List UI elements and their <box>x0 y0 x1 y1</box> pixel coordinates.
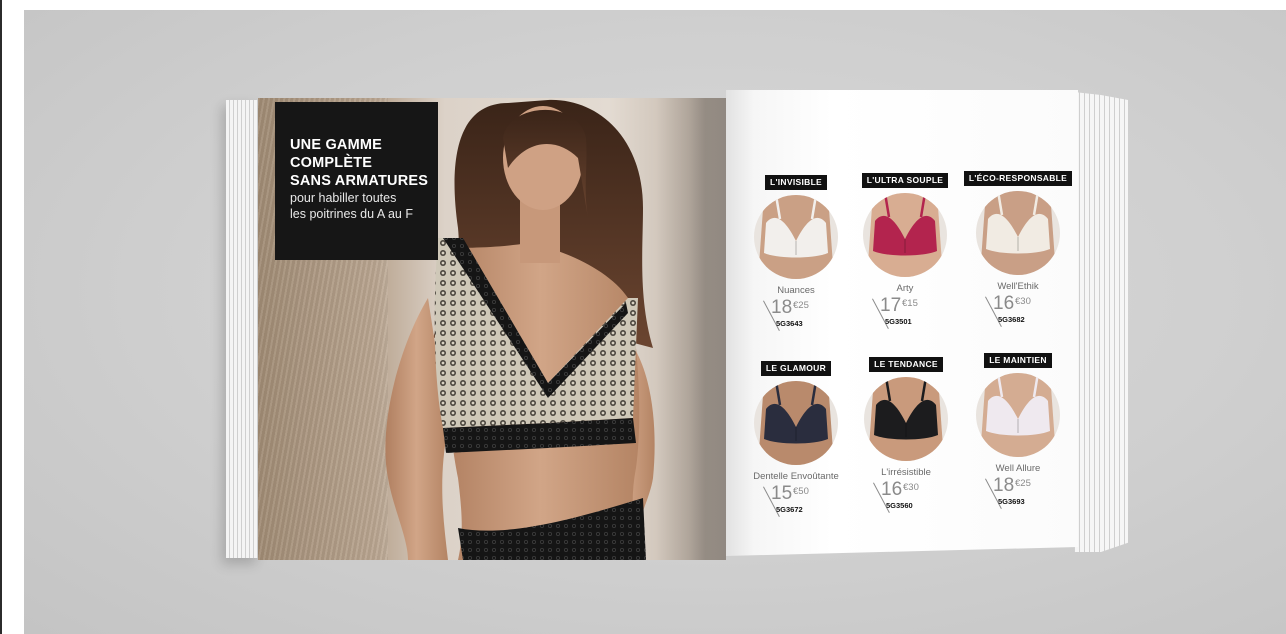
price-cents: €30 <box>903 482 919 493</box>
product-tag: LE GLAMOUR <box>760 361 832 376</box>
price-euros: 18 <box>993 475 1015 496</box>
price-euros: 17 <box>880 295 902 316</box>
product-tag: LE MAINTIEN <box>984 353 1052 368</box>
price-euros: 16 <box>993 293 1015 314</box>
product-tag: L'INVISIBLE <box>764 175 828 190</box>
product-card[interactable]: LE MAINTIEN Well Allure 18 €25 5G3693 <box>958 350 1078 513</box>
product-photo-illustration <box>754 195 838 279</box>
product-name: Arty <box>896 283 914 294</box>
promo-title-line: COMPLÈTE <box>290 155 373 171</box>
book-pages-edge-left <box>226 100 260 558</box>
product-card[interactable]: LE GLAMOUR Dentelle Envoûtante 15 €50 5G… <box>736 358 856 521</box>
left-page: UNE GAMME COMPLÈTE SANS ARMATURES pour h… <box>258 98 726 560</box>
promo-box: UNE GAMME COMPLÈTE SANS ARMATURES pour h… <box>275 102 438 260</box>
product-price: 16 €30 5G3682 <box>963 293 1073 331</box>
book-gutter-shadow <box>656 98 726 560</box>
product-photo <box>976 191 1060 275</box>
product-tag: LE TENDANCE <box>869 357 943 372</box>
product-photo-illustration <box>863 193 947 277</box>
product-name: L'irrésistible <box>881 467 931 478</box>
product-photo-illustration <box>976 191 1060 275</box>
product-name: Nuances <box>777 285 815 296</box>
product-reference: 5G3560 <box>886 501 913 510</box>
product-price: 16 €30 5G3560 <box>851 479 961 517</box>
product-tag: L'ÉCO-RESPONSABLE <box>963 171 1073 186</box>
product-card[interactable]: L'ULTRA SOUPLE Arty 17 €15 5G3501 <box>845 170 965 333</box>
price-cents: €15 <box>902 298 918 309</box>
product-price: 18 €25 5G3693 <box>963 475 1073 513</box>
promo-title-line: SANS ARMATURES <box>290 173 429 189</box>
promo-title-line: UNE GAMME <box>290 137 383 153</box>
product-photo <box>976 373 1060 457</box>
book-pages-edge-right <box>1074 92 1128 552</box>
product-card[interactable]: LE TENDANCE L'irrésistible 16 €30 5G3560 <box>846 354 966 517</box>
price-cents: €25 <box>793 300 809 311</box>
product-photo <box>864 377 948 461</box>
product-price: 18 €25 5G3643 <box>741 297 851 335</box>
price-cents: €30 <box>1015 296 1031 307</box>
product-tag: L'ULTRA SOUPLE <box>861 173 949 188</box>
price-cents: €50 <box>793 486 809 497</box>
promo-subtitle-line: les poitrines du A au F <box>290 207 413 221</box>
product-reference: 5G3672 <box>776 505 803 514</box>
product-photo-illustration <box>864 377 948 461</box>
product-name: Well Allure <box>995 463 1041 474</box>
product-reference: 5G3643 <box>776 319 803 328</box>
product-name: Dentelle Envoûtante <box>753 471 839 482</box>
product-price: 15 €50 5G3672 <box>741 483 851 521</box>
product-card[interactable]: L'INVISIBLE Nuances 18 €25 5G3643 <box>736 172 856 335</box>
promo-subtitle-line: pour habiller toutes <box>290 191 397 205</box>
price-euros: 18 <box>771 297 793 318</box>
product-name: Well'Ethik <box>997 281 1039 292</box>
product-price: 17 €15 5G3501 <box>850 295 960 333</box>
product-photo-illustration <box>754 381 838 465</box>
window-edge <box>0 0 2 634</box>
product-card[interactable]: L'ÉCO-RESPONSABLE Well'Ethik 16 €30 5G36… <box>958 168 1078 331</box>
product-photo <box>754 195 838 279</box>
product-photo-illustration <box>976 373 1060 457</box>
price-cents: €25 <box>1015 478 1031 489</box>
product-reference: 5G3682 <box>998 315 1025 324</box>
product-photo <box>754 381 838 465</box>
product-reference: 5G3693 <box>998 497 1025 506</box>
product-reference: 5G3501 <box>885 317 912 326</box>
price-euros: 15 <box>771 483 793 504</box>
price-euros: 16 <box>881 479 903 500</box>
product-photo <box>863 193 947 277</box>
